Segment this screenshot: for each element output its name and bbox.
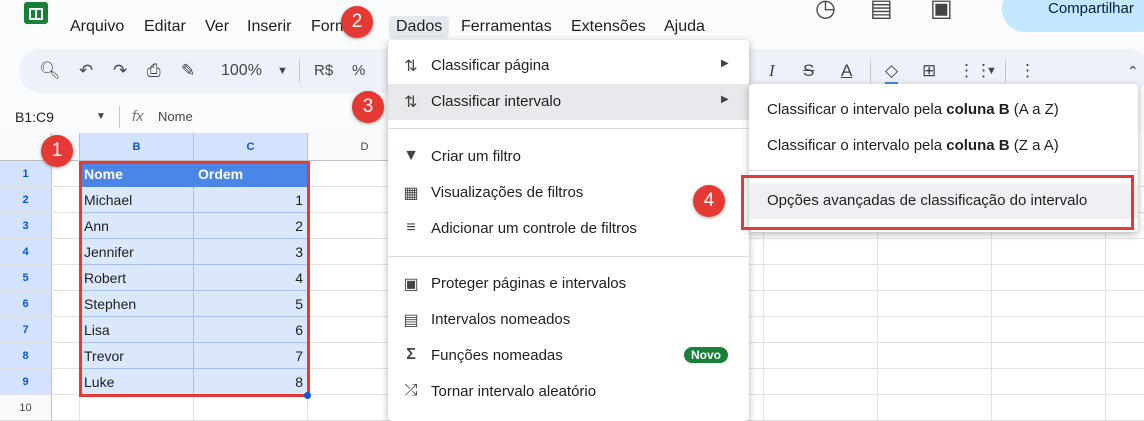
submenu-item-text: Classificar o intervalo pela [767, 137, 947, 154]
menu-ajuda[interactable]: Ajuda [664, 16, 705, 38]
menu-item-proteger[interactable]: ▣ Proteger páginas e intervalos [388, 266, 749, 302]
row-header[interactable]: 8 [0, 343, 52, 369]
menu-item-label: Funções nomeadas [431, 347, 563, 364]
toolbar-divider [870, 59, 871, 83]
share-label: Compartilhar [1048, 0, 1134, 17]
menu-item-label: Classificar página [431, 57, 550, 74]
merge-chevron-down-icon[interactable]: ▼ [986, 60, 997, 82]
percent-format-button[interactable]: % [352, 60, 365, 82]
menu-item-classificar-intervalo[interactable]: ⇅ Classificar intervalo ▶ [388, 84, 749, 120]
text-color-icon[interactable]: A [841, 60, 852, 82]
menu-item-label: Classificar intervalo [431, 93, 562, 110]
submenu-item-text: (A a Z) [1009, 101, 1059, 118]
namebox-chevron-down-icon[interactable]: ▼ [96, 111, 106, 122]
menu-extensoes[interactable]: Extensões [571, 16, 646, 38]
submenu-item-sort-z-a[interactable]: Classificar o intervalo pela coluna B (Z… [767, 137, 1059, 154]
fill-color-icon[interactable]: ◇ [885, 60, 899, 85]
submenu-item-bold: coluna B [946, 137, 1010, 154]
history-icon[interactable]: ◷ [815, 0, 836, 23]
menu-item-label: Criar um filtro [431, 148, 522, 165]
menu-item-label: Proteger páginas e intervalos [431, 275, 627, 292]
sort-icon: ⇅ [404, 58, 418, 75]
search-icon[interactable]: 🔍︎ [39, 60, 61, 82]
menu-item-intervalos-nomeados[interactable]: ▤ Intervalos nomeados [388, 302, 749, 338]
menu-item-label: Adicionar um controle de filtros [431, 220, 637, 237]
share-button[interactable]: Compartilhar [1002, 0, 1144, 32]
more-vert-icon[interactable]: ⋮ [1019, 60, 1036, 82]
submenu-item-bold: coluna B [946, 101, 1010, 118]
novo-badge: Novo [684, 347, 728, 363]
filter-control-icon: ≡ [406, 219, 416, 236]
name-box[interactable]: B1:C9 [15, 109, 54, 125]
redo-icon[interactable]: ↷ [113, 60, 127, 82]
row-header[interactable]: 10 [0, 395, 52, 421]
row-header[interactable]: 1 [0, 161, 52, 187]
step-badge-1: 1 [41, 135, 73, 167]
lock-icon: ▣ [403, 276, 419, 293]
filter-views-icon: ▦ [403, 185, 419, 202]
row-header[interactable]: 4 [0, 239, 52, 265]
row-header[interactable]: 3 [0, 213, 52, 239]
video-call-icon[interactable]: ▣ [930, 0, 953, 23]
fill-handle[interactable] [304, 392, 311, 399]
menu-item-aleatorio[interactable]: ⤮ Tornar intervalo aleatório [388, 374, 749, 410]
row-header[interactable]: 7 [0, 317, 52, 343]
menu-ferramentas[interactable]: Ferramentas [461, 16, 552, 38]
print-icon[interactable]: ⎙ [147, 60, 161, 82]
named-ranges-icon: ▤ [403, 312, 419, 329]
borders-icon[interactable]: ⊞ [922, 60, 936, 82]
menu-divider [388, 128, 749, 129]
menu-editar[interactable]: Editar [144, 16, 186, 38]
menu-item-classificar-pagina[interactable]: ⇅ Classificar página ▶ [388, 48, 749, 84]
menu-item-label: Tornar intervalo aleatório [431, 383, 597, 400]
zoom-select[interactable]: 100% [221, 60, 262, 82]
menu-item-controle-filtros[interactable]: ≡ Adicionar um controle de filtros [388, 211, 749, 247]
currency-format-button[interactable]: R$ [314, 60, 333, 82]
toolbar-divider [299, 59, 300, 83]
dados-menu: ⇅ Classificar página ▶ ⇅ Classificar int… [388, 40, 749, 421]
submenu-item-text: (Z a A) [1009, 137, 1059, 154]
sort-icon: ⇅ [404, 94, 418, 111]
row-header[interactable]: 9 [0, 369, 52, 395]
advanced-sort-highlight [741, 175, 1134, 230]
formula-input[interactable]: Nome [158, 109, 193, 124]
submenu-item-sort-a-z[interactable]: Classificar o intervalo pela coluna B (A… [767, 101, 1059, 118]
filter-icon: ▼ [403, 147, 419, 164]
formula-divider [119, 106, 120, 128]
sigma-icon: Σ [406, 346, 416, 363]
menu-item-label: Visualizações de filtros [431, 184, 584, 201]
strikethrough-icon[interactable]: S [803, 60, 814, 82]
menu-ver[interactable]: Ver [205, 16, 229, 38]
paint-format-icon[interactable]: ✎ [181, 60, 195, 82]
menu-divider [388, 256, 749, 257]
row-header[interactable]: 6 [0, 291, 52, 317]
column-header-c[interactable]: C [194, 133, 308, 161]
row-header[interactable]: 5 [0, 265, 52, 291]
undo-icon[interactable]: ↶ [79, 60, 93, 82]
toolbar-divider [1005, 59, 1006, 83]
italic-icon[interactable]: I [769, 60, 775, 82]
menu-inserir[interactable]: Inserir [247, 16, 291, 38]
step-badge-2: 2 [341, 6, 373, 38]
menu-item-criar-filtro[interactable]: ▼ Criar um filtro [388, 139, 749, 175]
zoom-chevron-down-icon[interactable]: ▼ [277, 60, 288, 82]
fx-icon: fx [132, 108, 144, 125]
menu-item-funcoes-nomeadas[interactable]: Σ Funções nomeadas Novo [388, 338, 749, 374]
column-header-b[interactable]: B [80, 133, 194, 161]
menu-item-label: Intervalos nomeados [431, 311, 571, 328]
selection-highlight [79, 161, 310, 397]
menu-dados[interactable]: Dados [389, 16, 450, 38]
submenu-arrow-icon: ▶ [721, 58, 729, 69]
submenu-arrow-icon: ▶ [721, 94, 729, 105]
sheets-logo-icon[interactable] [24, 2, 48, 24]
menu-divider [749, 170, 1138, 171]
step-badge-3: 3 [352, 91, 384, 123]
step-badge-4: 4 [693, 185, 725, 217]
comment-icon[interactable]: ▤ [870, 0, 893, 23]
submenu-item-text: Classificar o intervalo pela [767, 101, 947, 118]
shuffle-icon: ⤮ [404, 382, 418, 399]
collapse-chevron-up-icon[interactable]: ⌃ [1127, 60, 1139, 82]
row-header[interactable]: 2 [0, 187, 52, 213]
menu-arquivo[interactable]: Arquivo [70, 16, 124, 38]
